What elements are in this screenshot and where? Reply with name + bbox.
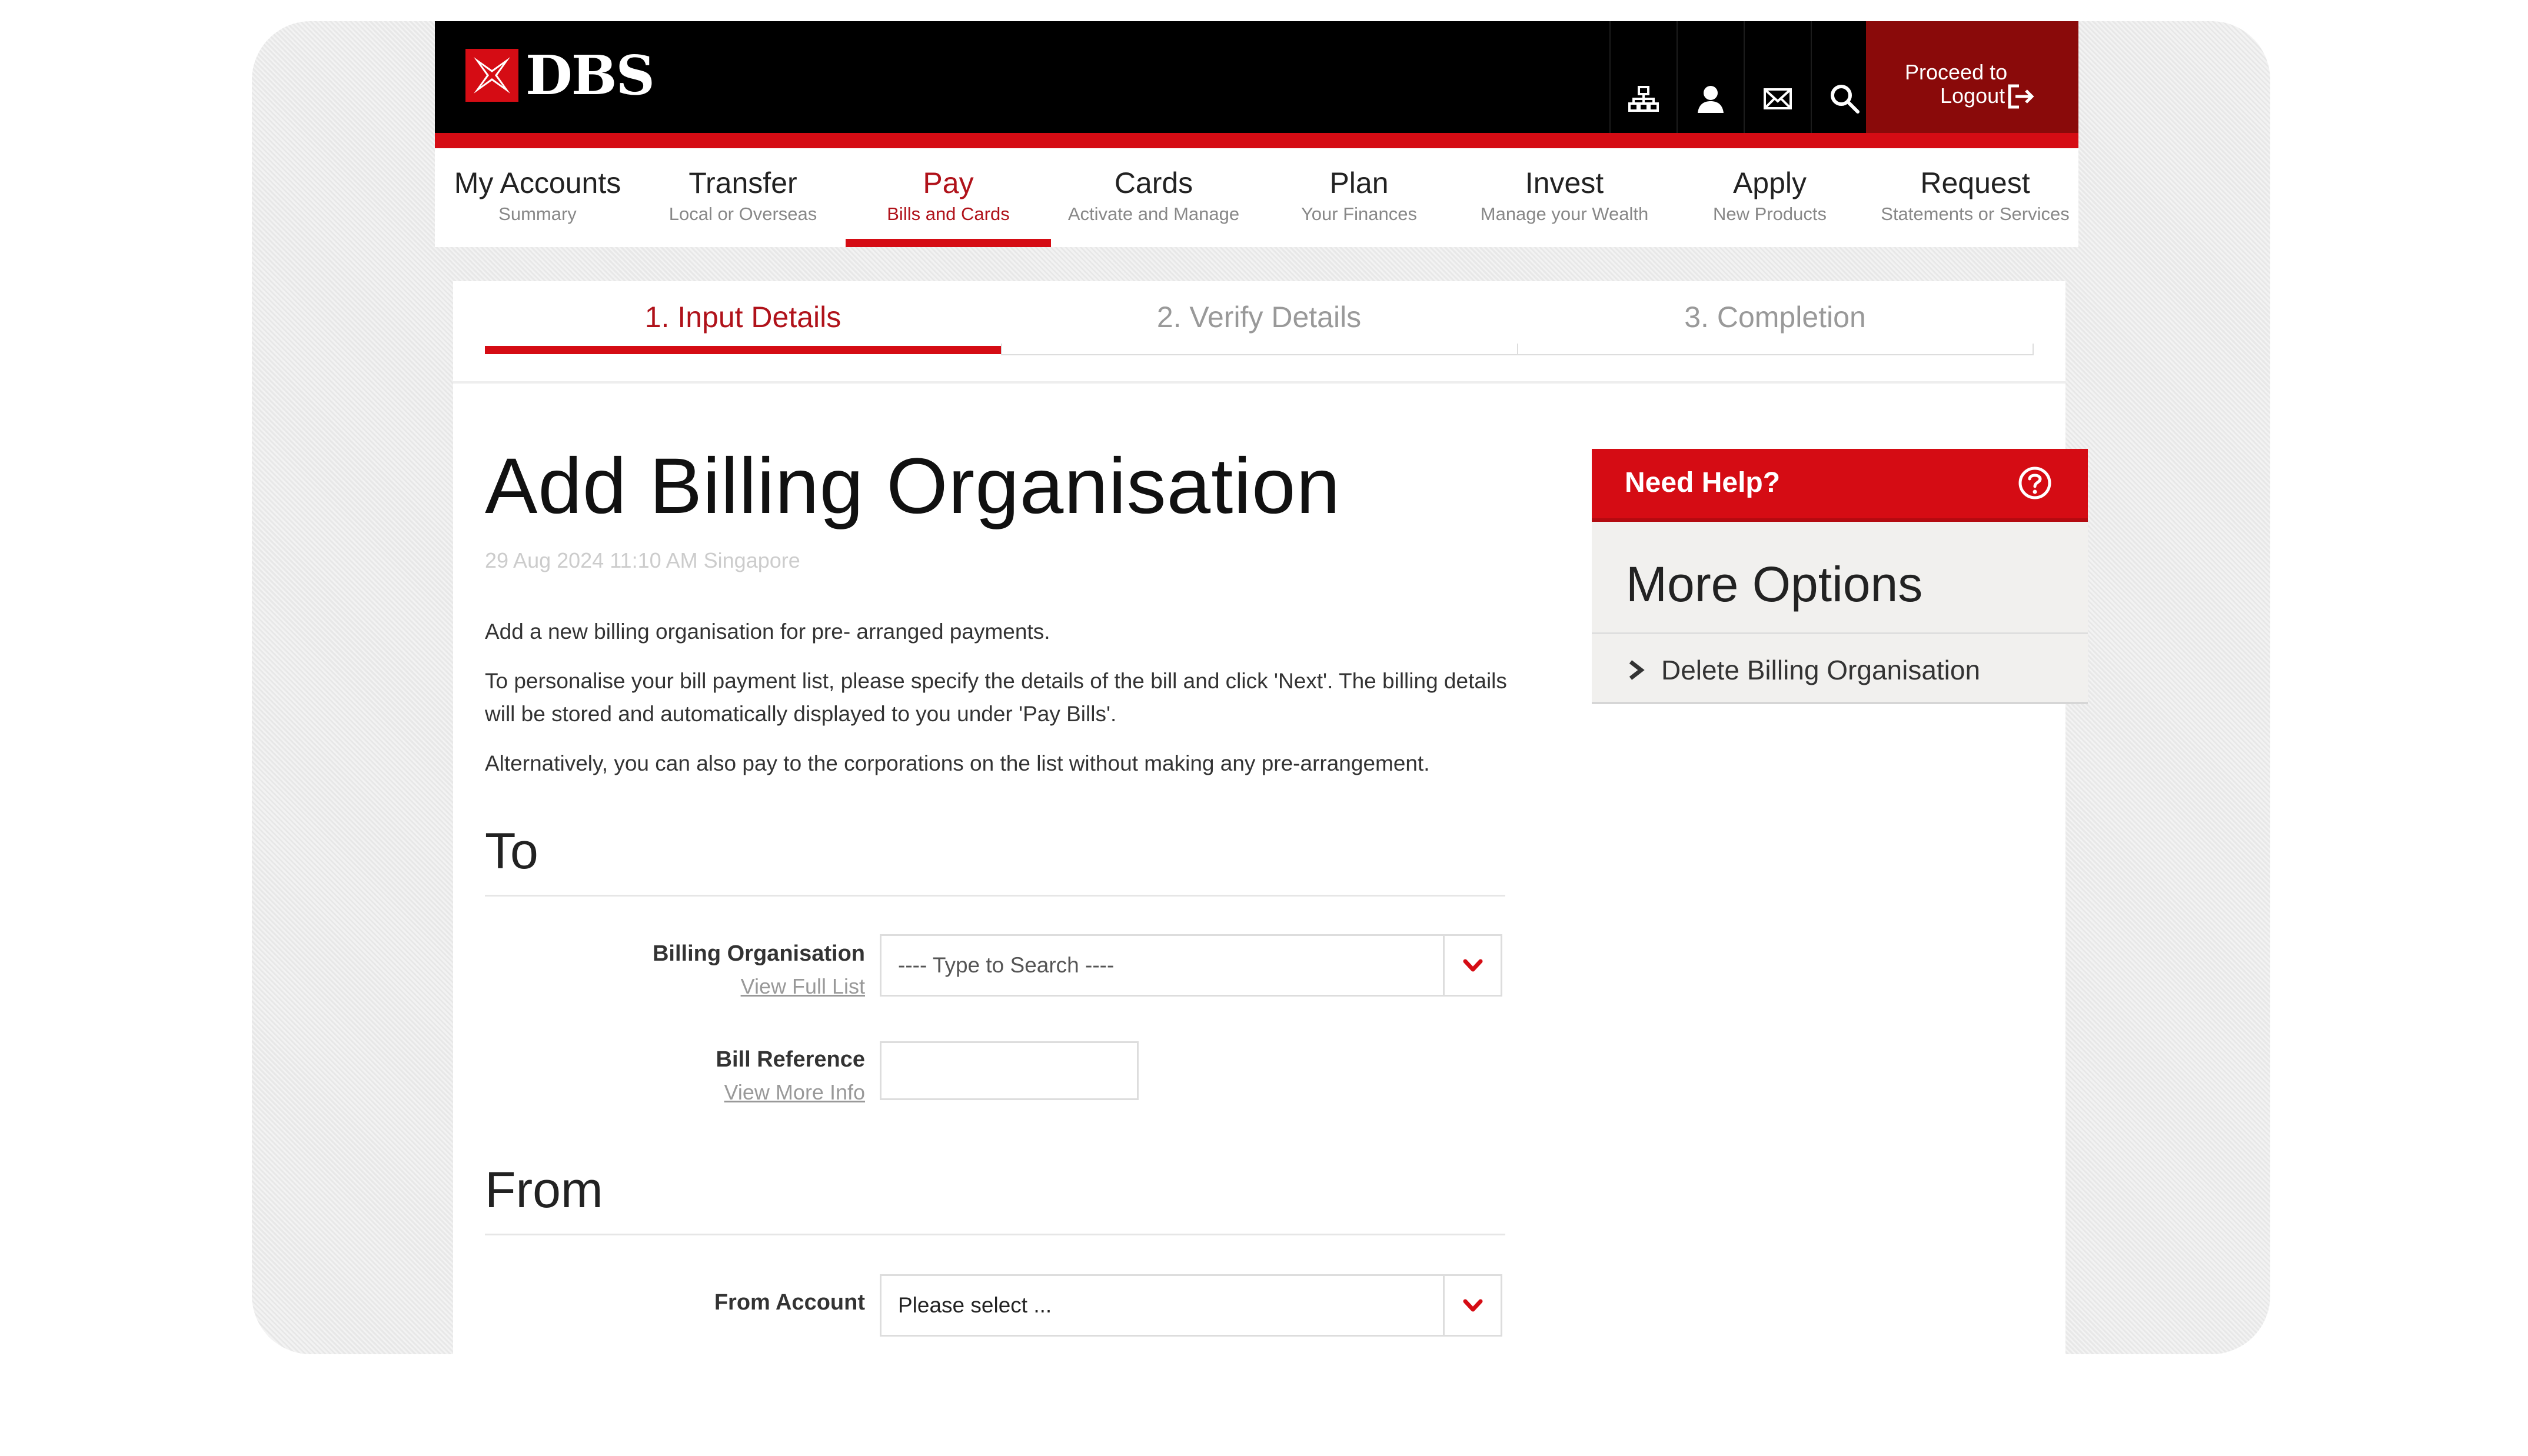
nav-title: Cards [1114, 166, 1193, 199]
nav-title: Apply [1732, 166, 1807, 199]
sitemap-icon[interactable] [1609, 21, 1677, 133]
more-options-heading: More Options [1626, 557, 1923, 612]
nav-transfer[interactable]: Transfer Local or Overseas [640, 148, 846, 247]
delete-billing-organisation-label: Delete Billing Organisation [1661, 655, 1981, 685]
nav-invest[interactable]: Invest Manage your Wealth [1462, 148, 1667, 247]
brand-name: DBS [525, 44, 655, 107]
nav-plan[interactable]: Plan Your Finances [1256, 148, 1462, 247]
page-title: Add Billing Organisation [485, 442, 1341, 530]
nav-request[interactable]: Request Statements or Services [1872, 148, 2078, 247]
nav-pay[interactable]: Pay Bills and Cards [846, 148, 1051, 247]
logout-line1: Proceed to [1905, 60, 2008, 84]
bill-reference-label: Bill Reference [716, 1047, 865, 1072]
chevron-down-icon[interactable] [1443, 936, 1501, 995]
profile-icon[interactable] [1677, 21, 1744, 133]
nav-subtitle: Activate and Manage [1067, 204, 1240, 224]
nav-subtitle: New Products [1713, 204, 1827, 224]
nav-title: My Accounts [454, 166, 621, 199]
nav-subtitle: Manage your Wealth [1480, 204, 1649, 224]
to-section-heading: To [485, 822, 1505, 897]
billing-organisation-value: ---- Type to Search ---- [898, 953, 1115, 977]
nav-title: Pay [923, 166, 974, 199]
more-options-panel: More Options Delete Billing Organisation [1592, 522, 2088, 704]
steps-separator [453, 381, 2065, 384]
nav-cards[interactable]: Cards Activate and Manage [1051, 148, 1256, 247]
nav-title: Invest [1525, 166, 1604, 199]
from-account-select[interactable]: Please select ... [880, 1274, 1502, 1337]
from-section-heading: From [485, 1161, 1505, 1235]
step-divider [1517, 344, 1518, 355]
from-account-value: Please select ... [898, 1293, 1052, 1317]
dbs-logo-mark-icon [465, 49, 518, 102]
nav-apply[interactable]: Apply New Products [1667, 148, 1872, 247]
nav-subtitle: Bills and Cards [887, 204, 1010, 224]
question-icon [2018, 467, 2051, 499]
view-more-info-link[interactable]: View More Info [453, 1080, 865, 1105]
instructions-text: To personalise your bill payment list, p… [485, 669, 1507, 726]
nav-subtitle: Local or Overseas [668, 204, 817, 224]
billing-organisation-label: Billing Organisation [652, 941, 865, 966]
delete-billing-organisation-link[interactable]: Delete Billing Organisation [1626, 647, 1980, 694]
bill-reference-input[interactable] [880, 1041, 1139, 1100]
step-progress-active [485, 346, 1001, 354]
main-nav: My Accounts Summary Transfer Local or Ov… [435, 148, 2078, 247]
timestamp: 29 Aug 2024 11:10 AM Singapore [485, 548, 800, 572]
header-red-line [435, 133, 2078, 148]
progress-steps: 1. Input Details 2. Verify Details 3. Co… [485, 281, 2034, 358]
nav-active-underline [846, 239, 1051, 247]
from-account-label: From Account [714, 1290, 865, 1315]
dbs-logo[interactable]: DBS [465, 44, 655, 107]
nav-subtitle: Statements or Services [1881, 204, 2070, 224]
view-full-list-link[interactable]: View Full List [453, 974, 865, 999]
nav-subtitle: Summary [498, 204, 577, 224]
logout-line2: Logout [1940, 84, 2005, 108]
nav-my-accounts[interactable]: My Accounts Summary [435, 148, 640, 247]
more-options-divider [1592, 632, 2088, 634]
nav-title: Transfer [688, 166, 797, 199]
top-header: DBS Proceed to Logout [435, 21, 2078, 148]
billing-organisation-select[interactable]: ---- Type to Search ---- [880, 934, 1502, 997]
alternative-text: Alternatively, you can also pay to the c… [485, 751, 1430, 775]
logout-icon [2008, 84, 2034, 109]
intro-text: Add a new billing organisation for pre- … [485, 619, 1050, 644]
nav-subtitle: Your Finances [1300, 204, 1418, 224]
content-panel: 1. Input Details 2. Verify Details 3. Co… [453, 281, 2065, 1354]
nav-title: Plan [1329, 166, 1389, 199]
need-help-button[interactable]: Need Help? [1592, 449, 2088, 518]
mail-icon[interactable] [1744, 21, 1811, 133]
logout-button[interactable]: Proceed to Logout [1866, 21, 2078, 133]
chevron-down-icon[interactable] [1443, 1276, 1501, 1335]
chevron-right-icon [1629, 660, 1645, 680]
nav-title: Request [1920, 166, 2030, 199]
need-help-label: Need Help? [1625, 467, 1781, 498]
